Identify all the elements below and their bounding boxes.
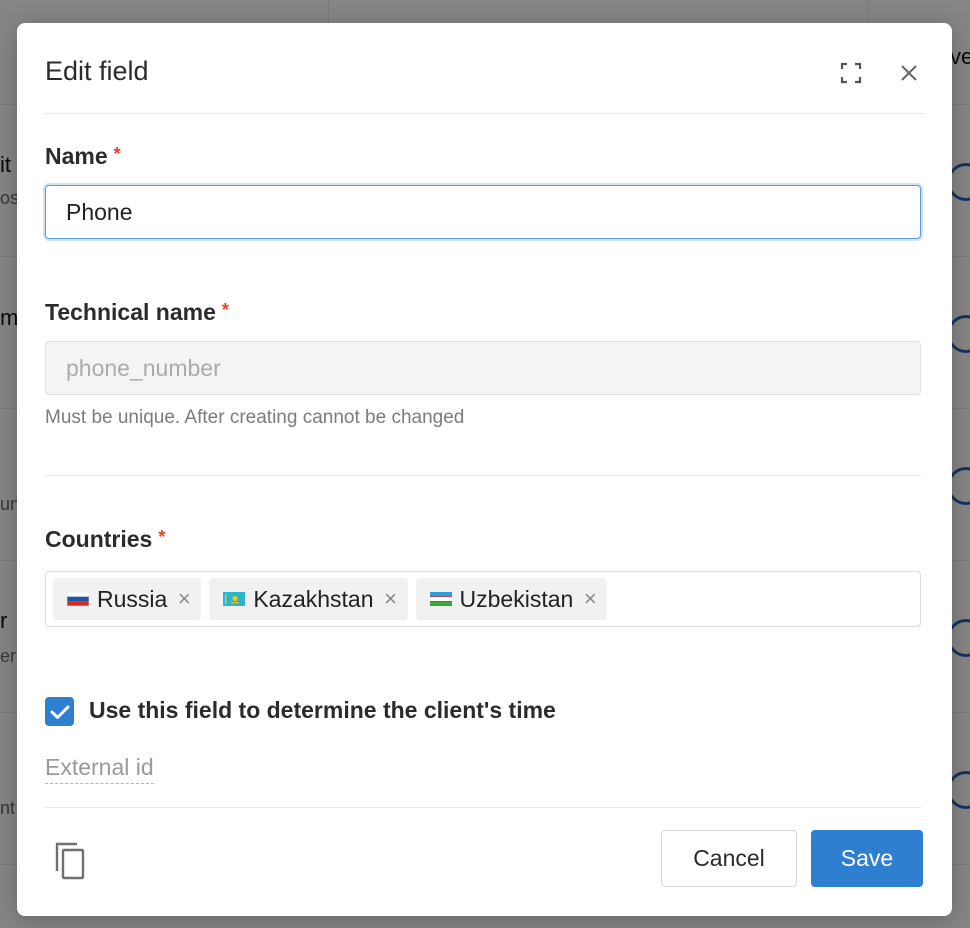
country-tag-label: Uzbekistan [459, 585, 574, 612]
close-icon[interactable] [897, 61, 921, 85]
dialog-title: Edit field [45, 56, 149, 86]
russia-flag-icon [67, 592, 89, 606]
required-mark: * [113, 144, 121, 164]
country-tag-label: Kazakhstan [253, 585, 374, 612]
expand-icon[interactable] [839, 61, 863, 85]
remove-tag-icon[interactable]: × [382, 586, 400, 612]
checkmark-icon [50, 705, 69, 719]
name-label-text: Name [45, 143, 108, 169]
country-tag-russia: Russia × [53, 578, 202, 620]
save-button[interactable]: Save [811, 830, 923, 887]
footer-divider [45, 807, 921, 808]
name-input[interactable] [45, 185, 921, 239]
uzbekistan-flag-icon [429, 592, 452, 606]
dialog-header: Edit field [45, 23, 924, 114]
technical-name-label: Technical name * [45, 299, 229, 326]
remove-tag-icon[interactable]: × [175, 586, 193, 612]
cancel-button[interactable]: Cancel [661, 830, 797, 887]
countries-select[interactable]: Russia × Kazakhstan × Uzbekistan × [45, 571, 921, 627]
client-time-checkbox-label[interactable]: Use this field to determine the client's… [89, 697, 556, 724]
external-id-link[interactable]: External id [45, 754, 154, 784]
client-time-checkbox[interactable] [45, 697, 74, 726]
edit-field-dialog: Edit field Name* Technical name* Must be… [17, 23, 952, 916]
required-mark: * [158, 527, 166, 547]
remove-tag-icon[interactable]: × [581, 586, 599, 612]
countries-label-text: Countries [45, 526, 153, 552]
country-tag-uzbekistan: Uzbekistan × [415, 578, 608, 620]
country-tag-label: Russia [97, 585, 168, 612]
required-mark: * [221, 300, 229, 320]
countries-label: Countries * [45, 526, 165, 553]
country-tag-kazakhstan: Kazakhstan × [209, 578, 408, 620]
kazakhstan-flag-icon [223, 592, 246, 606]
technical-name-hint: Must be unique. After creating cannot be… [45, 407, 465, 428]
section-divider [45, 475, 921, 476]
technical-name-input [45, 341, 921, 395]
name-label: Name * [45, 143, 121, 170]
copy-icon[interactable] [53, 841, 87, 881]
technical-name-label-text: Technical name [45, 299, 216, 325]
